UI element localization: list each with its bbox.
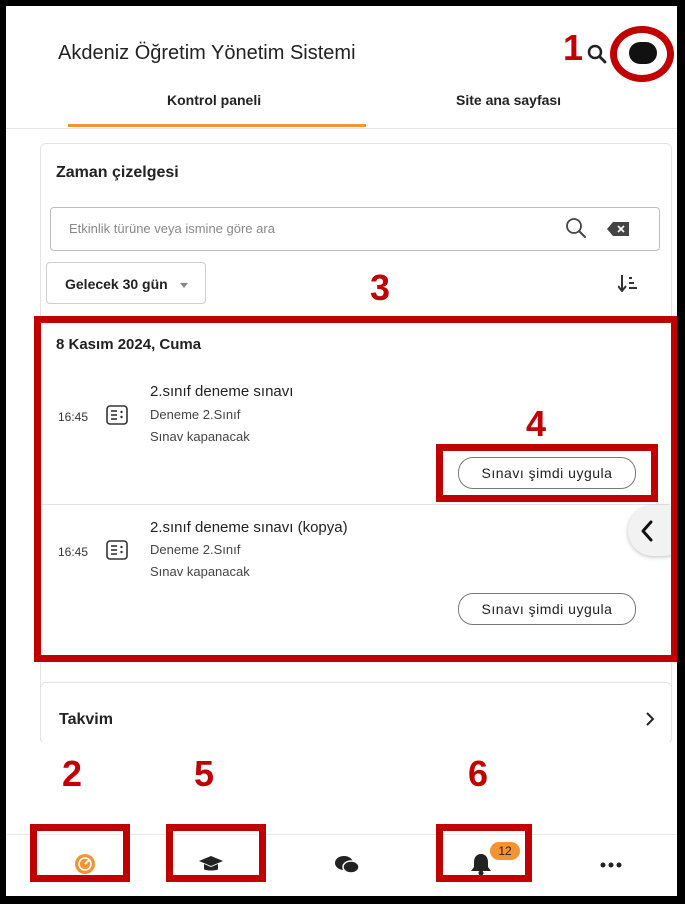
sort-icon[interactable] xyxy=(618,274,638,292)
callout-3: 3 xyxy=(370,267,391,308)
tab-dashboard[interactable]: Kontrol paneli xyxy=(167,92,261,108)
callout-4: 4 xyxy=(526,403,547,444)
search-icon[interactable] xyxy=(587,44,607,64)
annotation-box-dashboard xyxy=(30,824,130,882)
calendar-label: Takvim xyxy=(59,711,113,728)
tab-site-home[interactable]: Site ana sayfası xyxy=(456,92,561,108)
date-range-selected: Gelecek 30 gün xyxy=(65,276,168,292)
clear-search-icon[interactable] xyxy=(607,222,629,236)
annotation-box-notifications xyxy=(436,824,532,882)
annotation-box-courses xyxy=(166,824,266,882)
search-placeholder: Etkinlik türüne veya ismine göre ara xyxy=(69,221,275,236)
active-tab-indicator xyxy=(68,124,366,127)
timeline-search-input[interactable]: Etkinlik türüne veya ismine göre ara xyxy=(50,207,660,251)
date-range-dropdown[interactable]: Gelecek 30 gün xyxy=(46,262,206,304)
callout-1: 1 xyxy=(563,27,584,68)
messages-icon[interactable] xyxy=(334,854,360,876)
callout-5: 5 xyxy=(194,753,215,794)
tab-bar: Kontrol paneli Site ana sayfası xyxy=(6,92,677,128)
annotation-box-attempt xyxy=(436,444,658,502)
callout-6: 6 xyxy=(468,753,489,794)
more-icon[interactable] xyxy=(600,862,622,868)
search-icon[interactable] xyxy=(565,217,587,239)
timeline-title: Zaman çizelgesi xyxy=(56,164,179,181)
annotation-circle-menu xyxy=(610,26,674,82)
app-frame: Akdeniz Öğretim Yönetim Sistemi Kontrol … xyxy=(6,6,677,896)
chevron-right-icon xyxy=(646,712,655,726)
app-title: Akdeniz Öğretim Yönetim Sistemi xyxy=(58,42,356,64)
callout-2: 2 xyxy=(62,753,83,794)
chevron-down-icon xyxy=(180,283,188,288)
annotation-band xyxy=(6,742,677,834)
calendar-card[interactable]: Takvim xyxy=(40,682,672,744)
